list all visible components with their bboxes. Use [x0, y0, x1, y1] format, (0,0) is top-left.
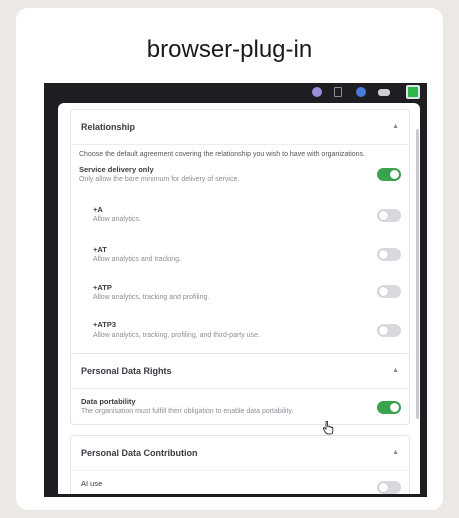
toggle-knob — [390, 403, 399, 412]
data-portability-row: Data portability The organisation must f… — [71, 389, 409, 425]
shield-icon[interactable] — [356, 87, 366, 97]
active-extension-icon[interactable] — [406, 85, 420, 99]
data-portability-title: Data portability — [81, 397, 136, 406]
chevron-up-icon[interactable]: ▲ — [392, 436, 399, 470]
toggle-knob — [379, 250, 388, 259]
data-rights-title: Personal Data Rights — [81, 366, 172, 376]
extension-toolbar — [44, 83, 427, 103]
option-a-toggle[interactable] — [377, 209, 401, 222]
option-atp-desc: Allow analytics, tracking and profiling. — [93, 294, 210, 301]
toggle-knob — [379, 326, 388, 335]
popup-scrollbar[interactable] — [416, 129, 419, 419]
option-at-title: +AT — [93, 245, 107, 254]
data-contribution-title: Personal Data Contribution — [81, 448, 198, 458]
relationship-section: Relationship ▲ Choose the default agreem… — [70, 109, 410, 361]
option-atp-title: +ATP — [93, 283, 112, 292]
option-at-desc: Allow analytics and tracking. — [93, 256, 181, 263]
toggle-knob — [379, 483, 388, 492]
data-contribution-section: Personal Data Contribution ▲ AI use — [70, 435, 410, 494]
chevron-up-icon[interactable]: ▲ — [392, 354, 399, 388]
data-contribution-header[interactable]: Personal Data Contribution ▲ — [71, 436, 409, 470]
option-atp3-toggle[interactable] — [377, 324, 401, 337]
service-delivery-toggle[interactable] — [377, 168, 401, 181]
service-delivery-title: Service delivery only — [79, 165, 154, 174]
slide-title: browser-plug-in — [146, 36, 313, 63]
toggle-knob — [379, 287, 388, 296]
plugin-popup: Relationship ▲ Choose the default agreem… — [58, 103, 420, 494]
option-at-toggle[interactable] — [377, 248, 401, 261]
toggle-knob — [390, 170, 399, 179]
data-rights-header[interactable]: Personal Data Rights ▲ — [71, 354, 409, 388]
relationship-title: Relationship — [81, 122, 136, 132]
hand-cursor-icon — [322, 421, 334, 435]
data-portability-desc: The organisation must fulfill their obli… — [81, 408, 294, 415]
ai-use-toggle[interactable] — [377, 481, 401, 494]
option-atp3-desc: Allow analytics, tracking, profiling, an… — [93, 332, 260, 339]
data-portability-toggle[interactable] — [377, 401, 401, 414]
page-icon[interactable] — [334, 87, 342, 97]
data-rights-section: Personal Data Rights ▲ Data portability … — [70, 353, 410, 425]
puzzle-icon[interactable] — [378, 89, 390, 96]
service-delivery-desc: Only allow the bare minimum for delivery… — [79, 176, 240, 183]
option-atp-toggle[interactable] — [377, 285, 401, 298]
ai-use-row: AI use — [71, 471, 409, 494]
option-atp3-title: +ATP3 — [93, 320, 116, 329]
toggle-knob — [379, 211, 388, 220]
ai-use-title: AI use — [81, 479, 103, 488]
option-a-desc: Allow analytics. — [93, 216, 141, 223]
relationship-header[interactable]: Relationship ▲ — [71, 110, 409, 144]
option-a-title: +A — [93, 205, 103, 214]
privacy-extension-icon[interactable] — [312, 87, 322, 97]
relationship-body: Choose the default agreement covering th… — [71, 145, 409, 361]
relationship-intro: Choose the default agreement covering th… — [79, 151, 366, 158]
chevron-up-icon[interactable]: ▲ — [392, 110, 399, 144]
